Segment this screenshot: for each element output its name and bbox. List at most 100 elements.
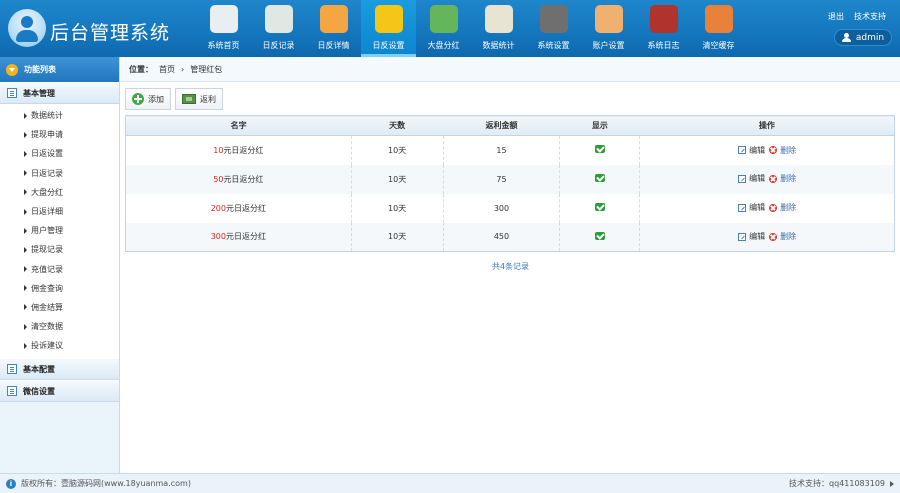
list-icon [7, 386, 17, 397]
footer: i 版权所有：壹脑源码网(www.18yuanma.com) 技术支持：qq41… [0, 473, 900, 493]
check-icon[interactable] [594, 203, 605, 211]
nav-item-5[interactable]: 数据统计 [471, 0, 526, 57]
sidebar-item[interactable]: 充值记录 [0, 260, 119, 279]
edit-label: 编辑 [749, 145, 766, 155]
header-days: 天数 [351, 115, 444, 136]
rebate-button-label: 返利 [200, 94, 216, 104]
nav-item-4[interactable]: 大盘分红 [416, 0, 471, 57]
sidebar-item[interactable]: 提现记录 [0, 240, 119, 259]
edit-icon [738, 232, 747, 241]
header-actions: 操作 [639, 115, 895, 136]
header-name: 名字 [125, 115, 352, 136]
cell-display [559, 135, 641, 165]
nav-item-9[interactable]: 清空缓存 [691, 0, 746, 57]
breadcrumb-home[interactable]: 首页 [159, 64, 175, 75]
home-icon [210, 5, 238, 33]
cell-name: 200元日返分红 [125, 193, 352, 223]
sidebar-item[interactable]: 佣金查询 [0, 279, 119, 298]
add-button[interactable]: 添加 [125, 88, 171, 110]
nav-item-0[interactable]: 系统首页 [196, 0, 251, 57]
nav-label: 日反设置 [372, 41, 405, 50]
delete-icon [769, 146, 778, 154]
edit-label: 编辑 [749, 232, 766, 241]
cell-actions: 编辑 删除 [639, 164, 895, 194]
sidebar-item[interactable]: 日返设置 [0, 144, 119, 163]
delete-button[interactable]: 删除 [769, 173, 796, 184]
rebate-table: 名字 天数 返利金额 显示 操作 10元日返分红 10天 15 编辑 删除 50元日返分红… [125, 115, 895, 252]
nav-item-8[interactable]: 系统日志 [636, 0, 691, 57]
cell-actions: 编辑 删除 [639, 222, 895, 252]
edit-button[interactable]: 编辑 [738, 231, 765, 242]
delete-button[interactable]: 删除 [769, 202, 796, 213]
cell-name: 300元日返分红 [125, 222, 352, 252]
user-icon [841, 33, 851, 42]
edit-label: 编辑 [749, 203, 766, 213]
check-icon[interactable] [594, 231, 605, 240]
chart-icon [485, 5, 513, 33]
logout-link[interactable]: 退出 [828, 11, 844, 22]
tools-icon [705, 5, 733, 33]
check-icon[interactable] [594, 145, 605, 154]
username: admin [855, 32, 885, 43]
breadcrumb-label: 位置： [129, 64, 153, 74]
sidebar-item[interactable]: 日返详细 [0, 202, 119, 221]
sidebar-header[interactable]: 功能列表 [0, 57, 119, 82]
sidebar-group-wechat-settings[interactable]: 微信设置 [0, 380, 119, 403]
sidebar-group-basic-config[interactable]: 基本配置 [0, 358, 119, 381]
sidebar-item-label: 佣金查询 [31, 283, 63, 293]
cell-display [559, 222, 641, 252]
sidebar-item-label: 佣金结算 [31, 302, 63, 312]
nav-label: 日反详情 [317, 41, 350, 50]
sidebar-item-label: 提现申请 [31, 130, 63, 140]
check-icon[interactable] [594, 174, 605, 182]
delete-icon [769, 174, 778, 183]
nav-label: 账户设置 [592, 41, 625, 50]
sidebar-item[interactable]: 大盘分红 [0, 183, 119, 202]
chevron-right-icon [24, 304, 27, 311]
sidebar-item-label: 提现记录 [31, 245, 63, 255]
nav-item-6[interactable]: 系统设置 [526, 0, 581, 57]
support-link[interactable]: 技术支持 [854, 11, 886, 22]
amount-value: 50 [213, 174, 224, 184]
nav-item-3[interactable]: 日反设置 [361, 0, 416, 57]
edit-button[interactable]: 编辑 [738, 173, 765, 184]
top-nav: 系统首页 日反记录 日反详情 日反设置 大盘分红 数据统计 系统设置 账户设置 系统日志 清空缓存 [196, 0, 746, 57]
user-badge[interactable]: admin [834, 29, 892, 46]
sidebar-item[interactable]: 数据统计 [0, 106, 119, 125]
sidebar-item[interactable]: 日返记录 [0, 164, 119, 183]
sidebar-item[interactable]: 提现申请 [0, 125, 119, 144]
logo-icon [8, 9, 46, 47]
list-icon [7, 364, 17, 375]
delete-label: 删除 [780, 232, 797, 241]
sidebar-item-label: 充值记录 [31, 264, 63, 274]
cell-days: 10天 [351, 222, 444, 252]
list-icon [7, 88, 17, 98]
name-suffix: 元日返分红 [223, 145, 264, 155]
chevron-right-icon [24, 170, 27, 177]
sidebar-item[interactable]: 用户管理 [0, 221, 119, 240]
sidebar-item[interactable]: 清空数据 [0, 317, 119, 336]
cell-display [559, 193, 641, 223]
sidebar-item-label: 用户管理 [31, 226, 63, 236]
sidebar-group-basic-management[interactable]: 基本管理 [0, 82, 119, 104]
sidebar-menu: 数据统计提现申请日返设置日返记录大盘分红 日返详细用户管理提现记录充值记录佣金查询… [0, 104, 119, 359]
chevron-right-icon[interactable] [890, 480, 894, 487]
sidebar-item[interactable]: 投诉建议 [0, 336, 119, 355]
nav-label: 大盘分红 [427, 41, 460, 50]
edit-button[interactable]: 编辑 [738, 202, 765, 213]
table-row: 300元日返分红 10天 450 编辑 删除 [125, 222, 895, 252]
rebate-button[interactable]: 返利 [175, 88, 223, 110]
sidebar-item-label: 清空数据 [31, 322, 63, 332]
edit-button[interactable]: 编辑 [738, 145, 765, 156]
nav-item-1[interactable]: 日反记录 [251, 0, 306, 57]
sidebar-item-label: 日返记录 [31, 168, 63, 178]
edit-label: 编辑 [749, 174, 766, 184]
delete-button[interactable]: 删除 [769, 231, 796, 242]
info-icon: i [6, 478, 16, 489]
delete-button[interactable]: 删除 [769, 145, 796, 156]
chevron-right-icon [24, 266, 27, 273]
delete-icon [769, 203, 778, 212]
sidebar-item[interactable]: 佣金结算 [0, 298, 119, 317]
nav-item-2[interactable]: 日反详情 [306, 0, 361, 57]
nav-item-7[interactable]: 账户设置 [581, 0, 636, 57]
